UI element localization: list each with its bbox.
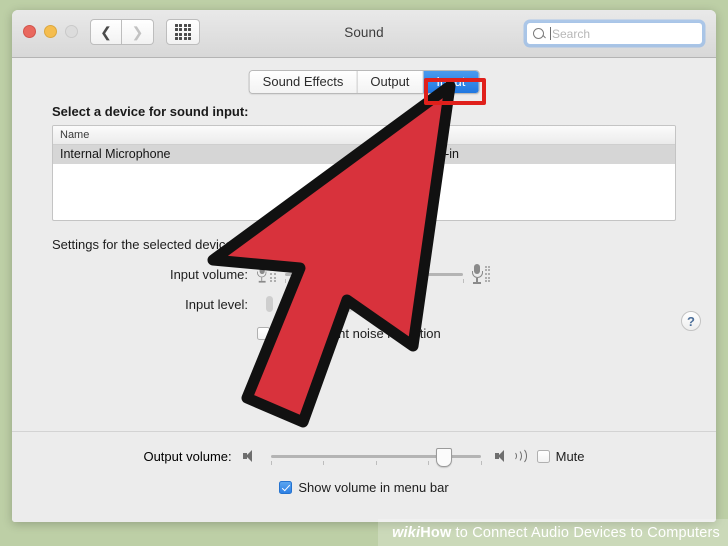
output-volume-label: Output volume:: [143, 448, 232, 464]
slider-track: [284, 273, 463, 276]
watermark-how: How: [420, 524, 452, 541]
device-section-label: Select a device for sound input:: [52, 104, 249, 119]
ambient-noise-checkbox[interactable]: [257, 327, 270, 340]
input-level-row: Input level:: [52, 296, 676, 312]
window-titlebar: ❮ ❯ Sound Search: [12, 10, 716, 58]
table-header-row: Name Type: [53, 126, 675, 145]
sound-waves-small-icon: [270, 265, 276, 283]
search-placeholder: Search: [552, 26, 591, 41]
mute-label: Mute: [555, 448, 585, 464]
show-volume-label: Show volume in menu bar: [298, 480, 449, 495]
microphone-large-icon: [471, 264, 483, 284]
input-device-table[interactable]: Name Type Internal Microphone Built-in: [52, 125, 676, 221]
mute-checkbox[interactable]: [536, 449, 550, 463]
tab-bar-area: Sound Effects Output Input: [12, 58, 716, 104]
watermark-title: to Connect Audio Devices to Computers: [455, 524, 720, 541]
watermark-wiki: wiki: [392, 524, 421, 541]
column-header-type[interactable]: Type: [414, 126, 675, 144]
slider-thumb[interactable]: [411, 266, 428, 285]
search-field[interactable]: Search: [526, 22, 703, 45]
tab-bar: Sound Effects Output Input: [248, 70, 480, 94]
wikihow-watermark: wiki How to Connect Audio Devices to Compu…: [378, 519, 728, 546]
input-volume-slider[interactable]: [284, 264, 464, 285]
desktop-background: ❮ ❯ Sound Search Sound Effects Output In…: [0, 0, 728, 546]
table-row[interactable]: Internal Microphone Built-in: [53, 145, 675, 164]
help-button[interactable]: ?: [681, 311, 701, 331]
ambient-noise-row: Use ambient noise reduction: [52, 326, 676, 341]
input-volume-label: Input volume:: [169, 266, 248, 282]
slider-ticks: [284, 279, 464, 284]
device-type: Built-in: [420, 147, 459, 161]
ambient-noise-label: Use ambient noise reduction: [276, 326, 441, 341]
microphone-small-icon: [257, 265, 267, 283]
output-volume-row: Output volume: Mute: [12, 446, 716, 467]
sound-preferences-window: ❮ ❯ Sound Search Sound Effects Output In…: [12, 10, 716, 522]
speaker-waves-icon: [510, 447, 527, 465]
input-volume-row: Input volume:: [52, 264, 676, 285]
column-header-name[interactable]: Name: [53, 126, 414, 144]
tab-input[interactable]: Input: [423, 71, 479, 93]
text-cursor: [550, 27, 551, 40]
slider-thumb[interactable]: [435, 448, 452, 467]
search-icon: [533, 28, 544, 39]
show-volume-checkbox[interactable]: [279, 481, 293, 494]
settings-section-label: Settings for the selected device:: [52, 237, 237, 252]
output-volume-slider[interactable]: [270, 446, 482, 467]
speaker-low-icon: [242, 449, 257, 464]
input-level-meter: [266, 296, 417, 312]
input-settings-panel: Select a device for sound input: Name Ty…: [12, 104, 716, 341]
input-level-label: Input level:: [185, 296, 248, 312]
speaker-high-icon: [494, 449, 509, 464]
device-name: Internal Microphone: [53, 145, 414, 164]
show-volume-row: Show volume in menu bar: [12, 480, 716, 495]
global-output-section: Output volume: Mute Show volume in menu …: [12, 431, 716, 522]
tab-sound-effects[interactable]: Sound Effects: [249, 71, 358, 93]
tab-output[interactable]: Output: [357, 71, 424, 93]
sound-waves-large-icon: [484, 265, 491, 283]
